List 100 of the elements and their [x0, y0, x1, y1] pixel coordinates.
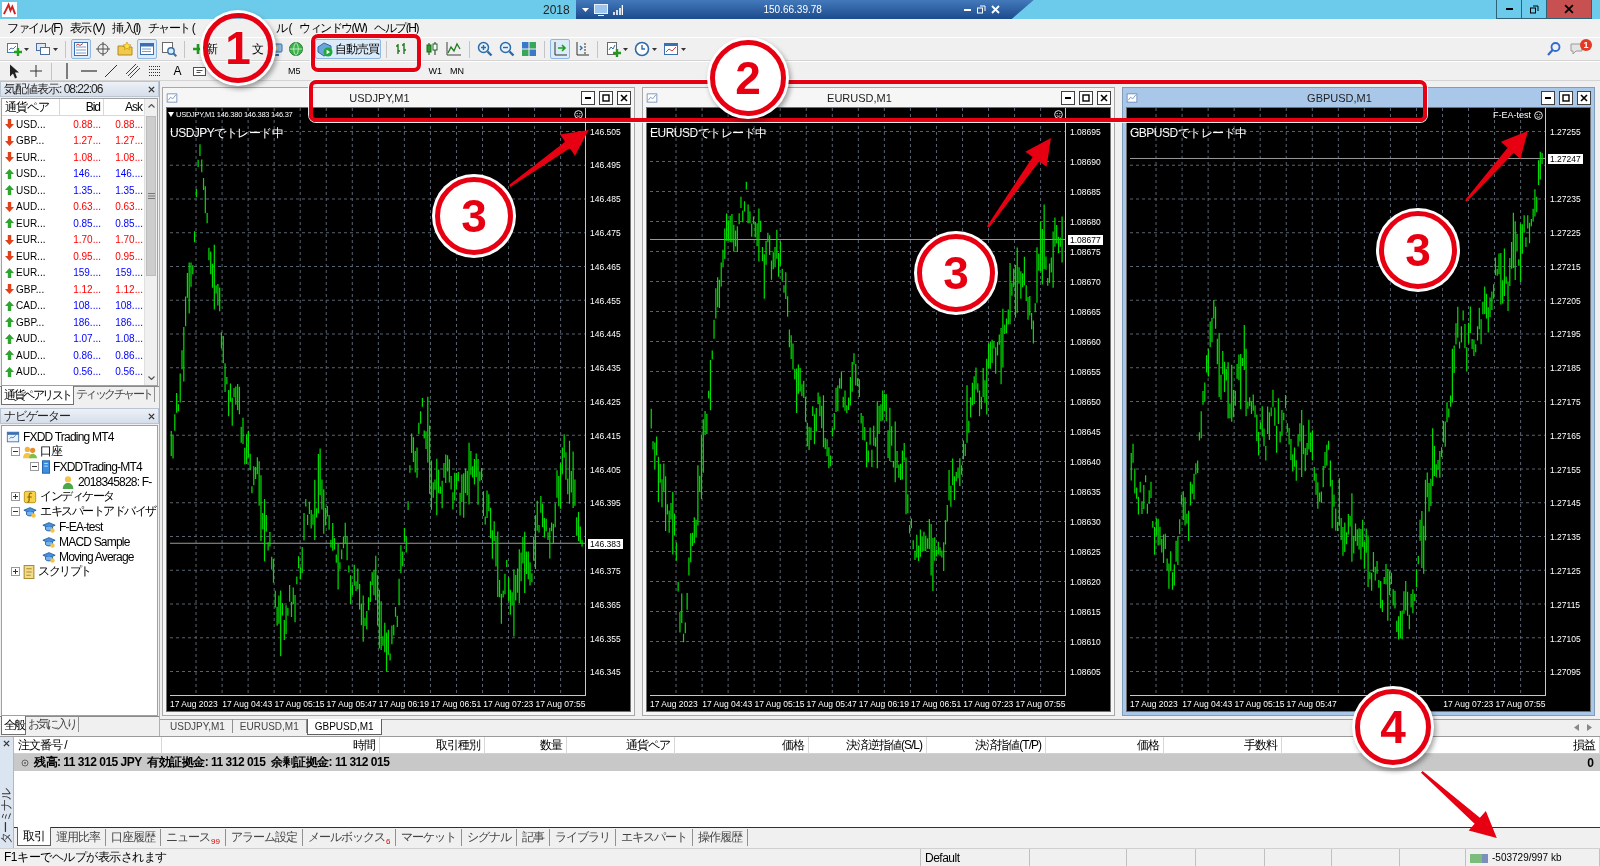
symbol-name[interactable]: EUR... [16, 217, 46, 229]
column-header[interactable]: 決済逆指値(S/L) [846, 737, 922, 754]
minimize-button[interactable] [1541, 90, 1555, 105]
bid-price: 1.27... [72, 135, 102, 147]
panel-tab[interactable]: ティックチャート [73, 386, 155, 402]
data-window-button[interactable] [93, 39, 113, 59]
menu-item[interactable]: 挿入(I) [112, 19, 140, 37]
symbol-name[interactable]: EUR... [16, 267, 46, 279]
terminal-tab[interactable]: 取引 [17, 827, 51, 846]
menu-item[interactable]: ファイル (F) [7, 19, 62, 37]
menu-item[interactable]: チャート ( [147, 19, 195, 37]
zoom-in-button[interactable] [475, 39, 495, 59]
symbol-name[interactable]: CAD... [16, 300, 46, 312]
symbol-name[interactable]: AUD... [16, 201, 46, 213]
navigator-item[interactable]: F-EA-test [59, 519, 103, 534]
menu-item[interactable]: ヘルプ(H) [374, 19, 418, 37]
terminal-tab[interactable]: 記事 [517, 829, 551, 846]
minimize-button[interactable] [1496, 0, 1522, 19]
auto-scroll-button[interactable] [550, 39, 570, 59]
auto-trading-button[interactable]: 自動売買 [315, 39, 381, 59]
terminal-tab[interactable]: シグナル [462, 829, 518, 846]
menu-item[interactable]: ウィンドウ(W) [299, 19, 367, 37]
ask-price: 0.63... [114, 201, 144, 213]
close-button[interactable] [617, 90, 631, 105]
symbol-name[interactable]: AUD... [16, 333, 46, 345]
ask-price: 1.27... [114, 135, 144, 147]
ask-price: 0.88... [114, 118, 144, 130]
trend-line-icon [105, 65, 117, 77]
symbol-name[interactable]: EUR... [16, 234, 46, 246]
navigator-item[interactable]: 口座 [40, 443, 61, 460]
text-tool-button[interactable]: A [167, 61, 187, 81]
chart-tab[interactable]: GBPUSD,M1 [306, 719, 382, 735]
minimize-button[interactable] [1061, 90, 1075, 105]
timeframe-button[interactable]: W1 [425, 62, 445, 80]
community-button[interactable] [287, 39, 305, 59]
symbol-name[interactable]: AUD... [16, 366, 46, 378]
column-header[interactable]: 注文番号 / [18, 737, 67, 754]
timeframe-button[interactable]: MN [447, 62, 467, 80]
symbol-name[interactable]: EUR... [16, 151, 46, 163]
panel-tab[interactable]: 全般 [1, 716, 26, 735]
maximize-button[interactable] [599, 90, 613, 105]
scrollbar-thumb[interactable] [146, 116, 156, 276]
menu-item[interactable]: 表示 (V) [69, 19, 104, 37]
column-header[interactable]: Bid [60, 99, 104, 115]
tester-button[interactable] [159, 39, 179, 59]
terminal-tab[interactable]: アラーム設定 [225, 829, 303, 846]
column-header[interactable]: 決済指値(T/P) [975, 737, 1041, 754]
symbol-name[interactable]: GBP... [16, 283, 45, 295]
chart-tab[interactable]: USDJPY,M1 [163, 719, 233, 733]
navigator-item[interactable]: エキスパートアドバイザ [40, 503, 156, 520]
terminal-button[interactable] [137, 39, 157, 59]
symbol-name[interactable]: EUR... [16, 250, 46, 262]
column-header[interactable]: 損益 [1573, 737, 1595, 754]
graduation-cap-icon [42, 534, 56, 549]
symbol-name[interactable]: AUD... [16, 349, 46, 361]
column-header[interactable]: 通貨ペア [2, 99, 60, 115]
terminal-tab[interactable]: エキスパート [616, 829, 694, 846]
line-chart-button[interactable] [444, 39, 464, 59]
navigator-item[interactable]: Moving Average [59, 549, 134, 564]
market-watch-button[interactable] [71, 39, 91, 59]
navigator-item[interactable]: スクリプト [38, 563, 91, 580]
symbol-name[interactable]: USD... [16, 184, 46, 196]
minimize-button[interactable] [581, 90, 595, 105]
column-header[interactable]: 数量 [540, 737, 562, 754]
navigator-item[interactable]: FXDDTrading-MT4 [53, 459, 142, 474]
navigator-item[interactable]: FXDD Trading MT4 [23, 429, 114, 444]
terminal-tab[interactable]: 口座履歴 [106, 829, 161, 846]
navigator-item[interactable]: 2018345828: F- [78, 474, 152, 489]
timeframe-button[interactable]: M5 [285, 62, 304, 80]
column-header[interactable]: 通貨ペア [626, 737, 670, 754]
column-header[interactable]: 価格 [782, 737, 804, 754]
zoom-out-button[interactable] [497, 39, 517, 59]
price-axis-label: 1.08695 [1070, 126, 1101, 137]
tile-windows-button[interactable] [519, 39, 539, 59]
channel-button[interactable] [123, 61, 143, 81]
column-header[interactable]: 取引種別 [436, 737, 480, 754]
time-axis-label: 17 Aug 07:23 [1443, 699, 1494, 709]
column-header[interactable]: 時間 [353, 737, 375, 754]
menu-item[interactable]: ル ( [276, 19, 291, 37]
maximize-button[interactable] [1079, 90, 1093, 105]
terminal-tab[interactable]: 操作履歴 [693, 829, 749, 846]
periods-button[interactable] [632, 39, 659, 59]
navigator-item[interactable]: インディケータ [40, 488, 114, 505]
symbol-name[interactable]: GBP... [16, 316, 45, 328]
navigator-item[interactable]: MACD Sample [59, 534, 130, 549]
panel-tab[interactable]: お気に入り [26, 716, 79, 732]
chat-button[interactable]: 1 [1570, 39, 1592, 59]
column-header[interactable]: 手数料 [1244, 737, 1277, 754]
column-header[interactable]: 価格 [1137, 737, 1159, 754]
panel-tab[interactable]: 通貨ペアリスト [1, 386, 74, 405]
terminal-tab[interactable]: マーケット [396, 829, 463, 846]
maximize-button[interactable] [1559, 90, 1573, 105]
close-button[interactable] [1097, 90, 1111, 105]
symbol-name[interactable]: USD... [16, 168, 46, 180]
symbol-name[interactable]: GBP... [16, 135, 45, 147]
chart-tab[interactable]: EURUSD,M1 [232, 719, 307, 733]
terminal-tab[interactable]: ライブラリ [550, 829, 617, 846]
terminal-tab[interactable]: 運用比率 [51, 829, 106, 846]
close-button[interactable] [1577, 90, 1591, 105]
symbol-name[interactable]: USD... [16, 118, 46, 130]
